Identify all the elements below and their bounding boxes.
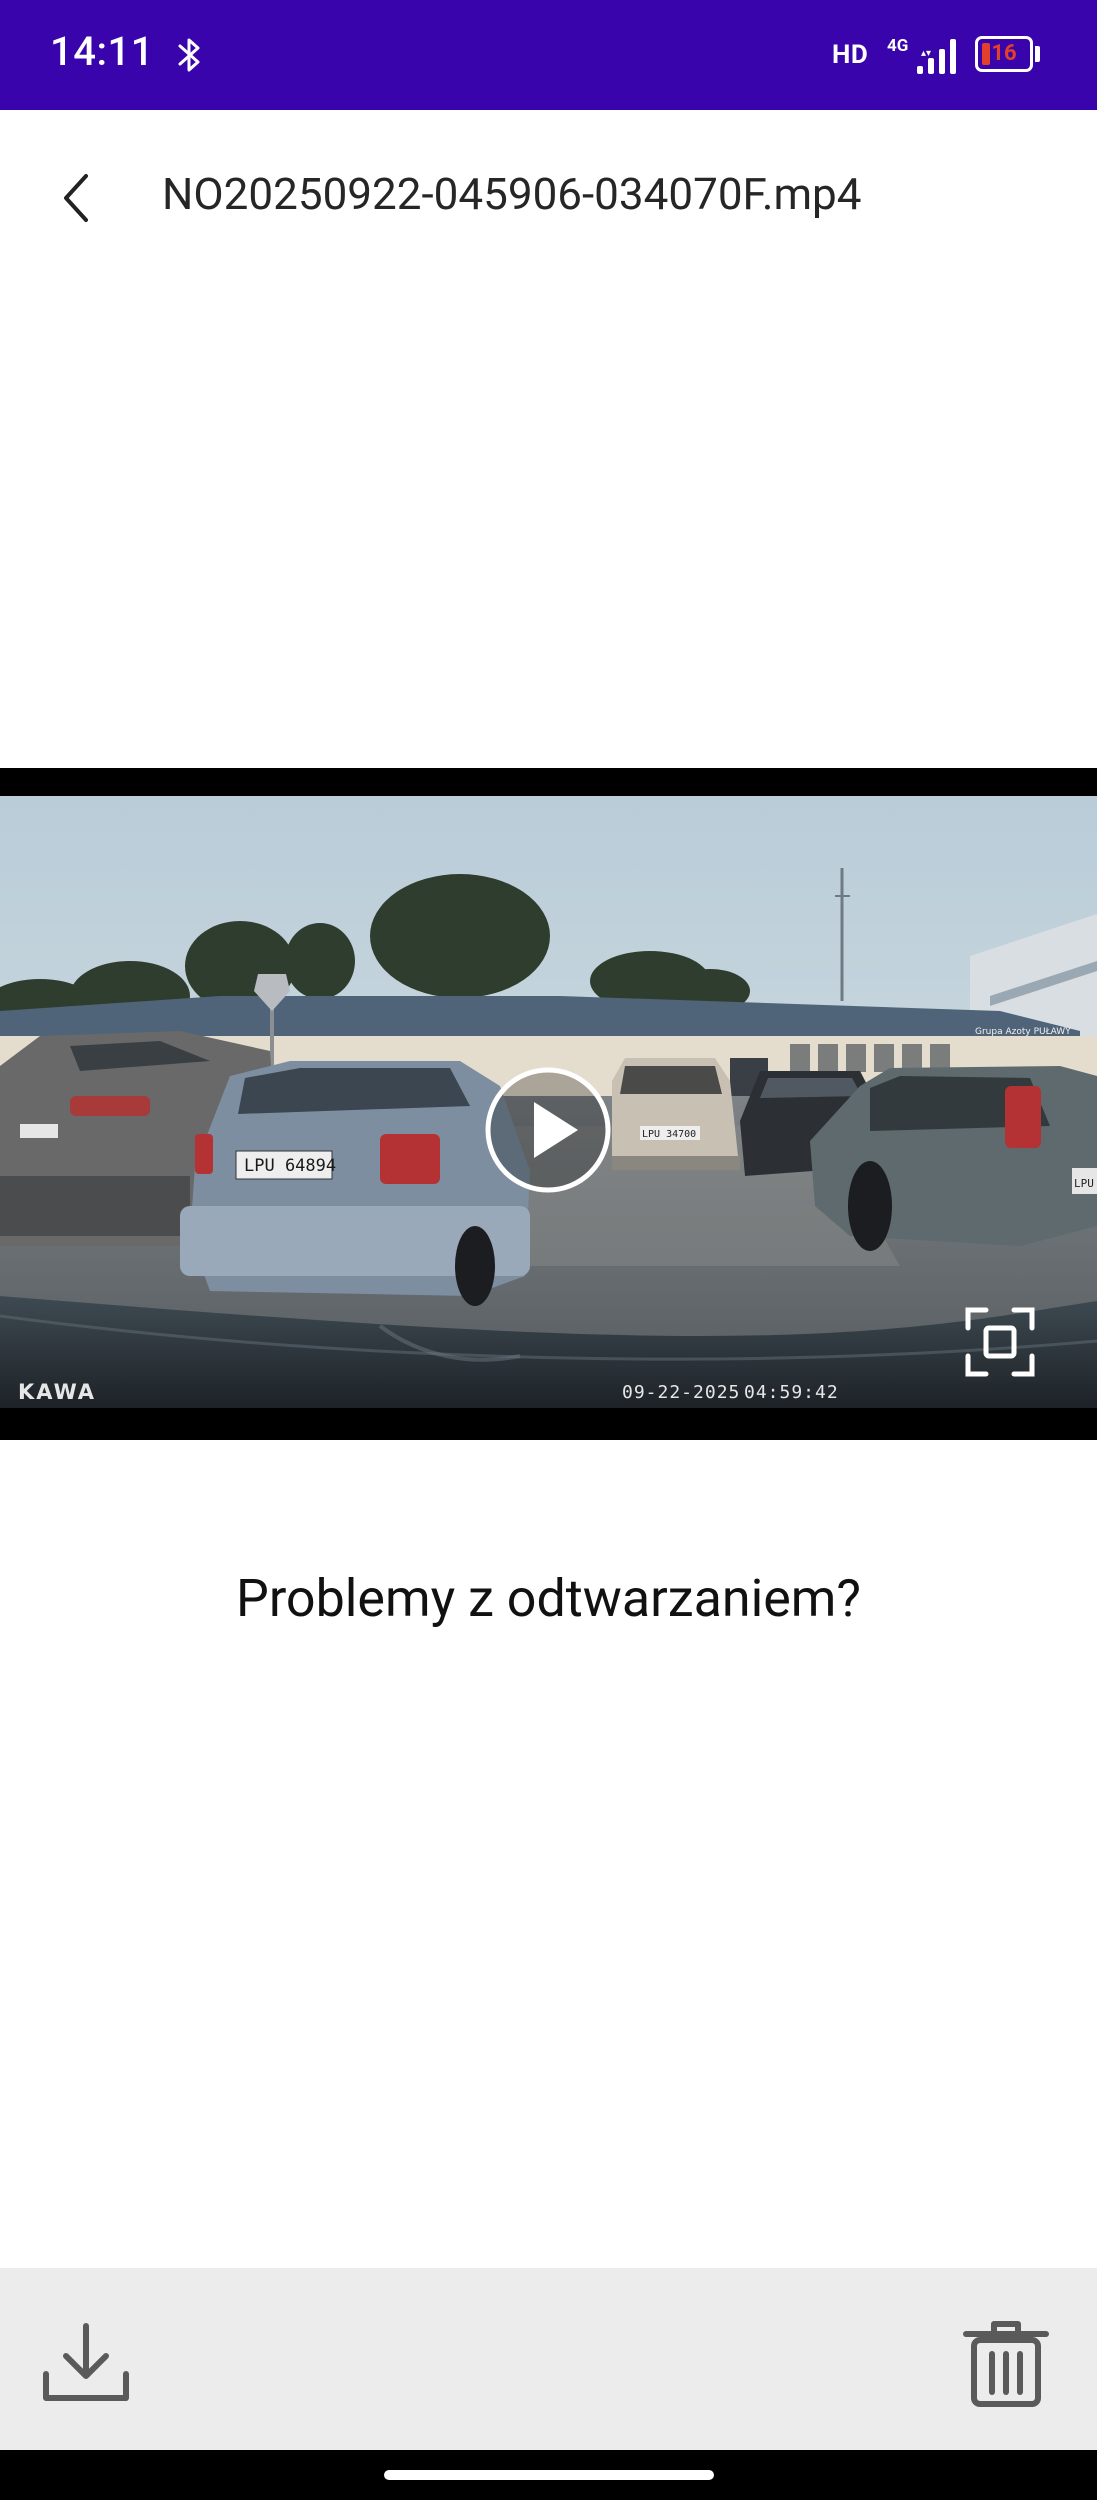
video-frame: Grupa Azoty PUŁAWY LPU 64894 LPU 34700 L… [0, 796, 1097, 1408]
bottom-action-bar [0, 2268, 1097, 2450]
status-time: 14:11 [50, 28, 154, 75]
title-bar: NO20250922-045906-034070F.mp4 [0, 110, 1097, 280]
car-blue-sedan: LPU 64894 [180, 1061, 530, 1306]
video-date-stamp: 09-22-2025 [622, 1382, 741, 1403]
battery-level: 16 [991, 41, 1017, 66]
status-bar: 14:11 HD 4G ▴▾ 16 [0, 0, 1097, 110]
hd-label: HD [832, 40, 869, 70]
trash-icon [963, 2321, 1049, 2407]
plate-3: LPU 3570 [1074, 1177, 1097, 1190]
video-player[interactable]: Grupa Azoty PUŁAWY LPU 64894 LPU 34700 L… [0, 768, 1097, 1440]
status-indicators: HD 4G ▴▾ 16 [797, 0, 1097, 110]
video-time-stamp: 04:59:42 [744, 1382, 839, 1403]
building-sign: Grupa Azoty PUŁAWY [975, 1027, 1071, 1037]
network-type-label: 4G [887, 36, 909, 56]
signal-icon: ▴▾ [917, 39, 956, 74]
delete-button[interactable] [956, 2312, 1056, 2412]
chevron-left-icon [64, 174, 88, 222]
fullscreen-icon [965, 1307, 1035, 1377]
home-indicator[interactable] [384, 2470, 714, 2480]
battery-icon: 16 [975, 36, 1033, 72]
car-minivan: LPU 34700 [612, 1058, 740, 1170]
svg-text:▴▾: ▴▾ [921, 48, 931, 59]
back-button[interactable] [40, 162, 112, 234]
bluetooth-icon [178, 38, 200, 72]
download-button[interactable] [36, 2312, 136, 2412]
play-button[interactable] [484, 1066, 612, 1194]
plate-1: LPU 64894 [244, 1156, 336, 1176]
battery-tip [1035, 46, 1040, 62]
dashcam-brand-label: KAWA [18, 1380, 97, 1404]
file-name-title: NO20250922-045906-034070F.mp4 [162, 168, 862, 220]
gesture-nav-bar [0, 2450, 1097, 2500]
playback-problems-link[interactable]: Problemy z odtwarzaniem? [0, 1568, 1097, 1629]
plate-2: LPU 34700 [642, 1129, 696, 1140]
car-right-suv: LPU 3570 [810, 1066, 1097, 1251]
fullscreen-button[interactable] [962, 1304, 1038, 1380]
download-icon [43, 2323, 129, 2401]
